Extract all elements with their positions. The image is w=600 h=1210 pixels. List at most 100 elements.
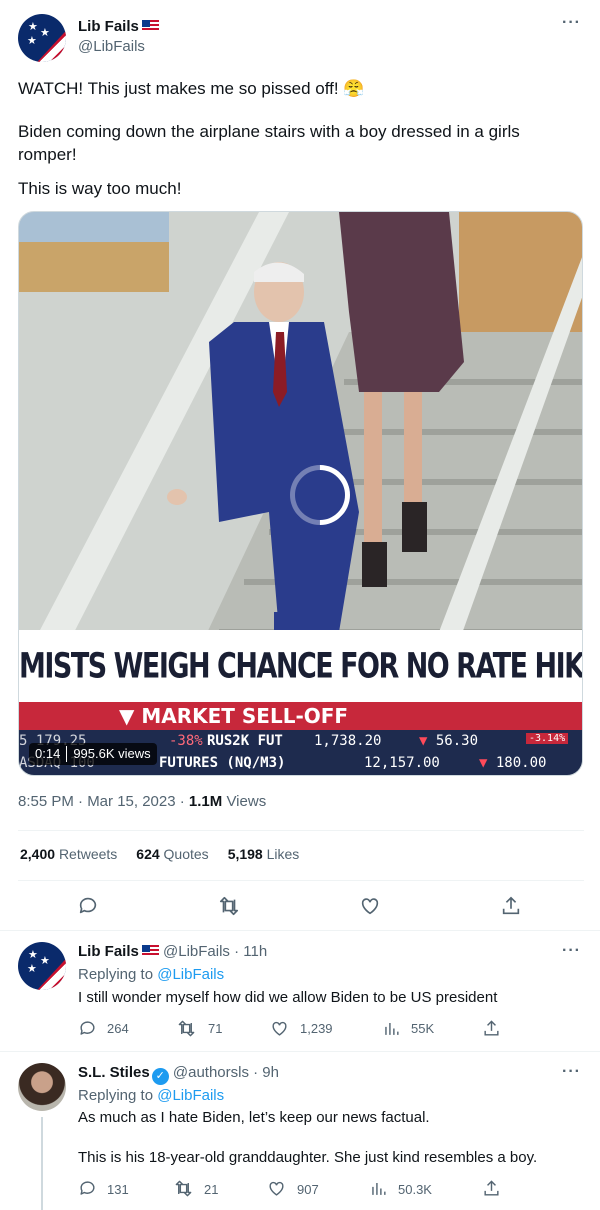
- thread-line: [41, 1117, 43, 1210]
- us-flag-icon: [141, 945, 159, 957]
- reply-count: 131: [107, 1182, 129, 1197]
- retweets-label: Retweets: [58, 846, 118, 862]
- ticker2-label: FUTURES (NQ/M3): [159, 755, 286, 771]
- like-button[interactable]: [270, 1019, 289, 1038]
- reply-button[interactable]: [78, 1179, 97, 1198]
- like-button[interactable]: [359, 895, 381, 917]
- analytics-icon: [372, 1182, 386, 1195]
- reply-text: I still wonder myself how did we allow B…: [78, 989, 498, 1006]
- ticker1-change-value: 56.30: [435, 733, 479, 749]
- views-count: 55K: [411, 1021, 435, 1036]
- retweet-icon: [178, 1020, 195, 1037]
- reply-button[interactable]: [78, 1019, 97, 1038]
- retweet-count: 21: [204, 1182, 219, 1197]
- more-options-button[interactable]: ···: [562, 1063, 581, 1081]
- reply-icon: [80, 1181, 95, 1195]
- video-duration: 0:14: [35, 746, 61, 761]
- reply-count: 264: [107, 1021, 129, 1036]
- tweet-views-label: Views: [222, 793, 267, 810]
- likes-stat[interactable]: 5,198 Likes: [228, 846, 300, 862]
- replying-to-label: Replying to: [78, 966, 158, 983]
- tweet-text-line-1: WATCH! This just makes me so pissed off!…: [18, 79, 365, 98]
- tweet-video[interactable]: MISTS WEIGH CHANCE FOR NO RATE HIKE NEXT…: [18, 211, 583, 776]
- author-avatar[interactable]: ★ ★ ★: [18, 14, 66, 62]
- reply-avatar[interactable]: [18, 1063, 66, 1111]
- verified-badge-icon: ✓: [151, 1068, 169, 1085]
- divider: [18, 830, 584, 831]
- replying-to-handle[interactable]: @LibFails: [157, 966, 224, 983]
- replying-to: Replying to @LibFails: [78, 1086, 224, 1106]
- engagement-stats: 2,400 Retweets 624 Quotes 5,198 Likes: [20, 846, 299, 862]
- ticker2-change: ▼ 180.00: [479, 755, 547, 771]
- tweet-meta: 8:55 PM · Mar 15, 2023 · 1.1M Views: [18, 793, 266, 810]
- quotes-label: Quotes: [163, 846, 209, 862]
- heart-icon: [269, 1181, 284, 1196]
- divider: [0, 1051, 600, 1052]
- ticker2-value: 12,157.00: [364, 755, 440, 771]
- reply-icon: [79, 897, 97, 914]
- author-handle[interactable]: @LibFails: [78, 38, 159, 55]
- reply-text-line-1: As much as I hate Biden, let’s keep our …: [78, 1109, 430, 1126]
- share-icon: [484, 1020, 499, 1036]
- tweet-text-line-3: This is way too much!: [18, 179, 182, 198]
- reply-text-line-2: This is his 18-year-old granddaughter. S…: [78, 1149, 538, 1166]
- reply-button[interactable]: [77, 895, 99, 917]
- views-button[interactable]: [382, 1019, 401, 1038]
- reply-author-name[interactable]: S.L. Stiles: [78, 1064, 150, 1081]
- divider: [18, 880, 584, 881]
- like-count: 907: [297, 1182, 319, 1197]
- replying-to: Replying to @LibFails: [78, 965, 224, 985]
- author-name[interactable]: Lib Fails: [78, 18, 139, 35]
- more-options-button[interactable]: ···: [562, 14, 581, 32]
- share-icon: [502, 896, 520, 915]
- author-header: Lib Fails @LibFails: [78, 18, 159, 55]
- reply-icon: [80, 1021, 95, 1035]
- chyron-headline: MISTS WEIGH CHANCE FOR NO RATE HIKE NEXT…: [19, 646, 583, 687]
- tweet-text-line-2: Biden coming down the airplane stairs wi…: [18, 122, 520, 164]
- video-views: 995.6K views: [73, 746, 151, 761]
- ticker1-label: RUS2K FUT: [207, 733, 283, 749]
- reply-avatar[interactable]: ★ ★ ★: [18, 942, 66, 990]
- chyron-subheadline: ▼ MARKET SELL-OFF: [119, 704, 349, 728]
- chyron-sub-text: MARKET SELL-OFF: [141, 704, 349, 728]
- retweets-count: 2,400: [20, 846, 56, 862]
- retweet-button[interactable]: [177, 1019, 196, 1038]
- reply-header: S.L. Stiles ✓ @authorsls · 9h: [78, 1064, 279, 1085]
- share-button[interactable]: [500, 895, 522, 917]
- divider: [0, 930, 600, 931]
- retweet-icon: [219, 896, 239, 916]
- reply-author-name[interactable]: Lib Fails: [78, 943, 139, 960]
- share-button[interactable]: [482, 1179, 501, 1198]
- analytics-icon: [385, 1022, 399, 1035]
- video-badge: 0:14 995.6K views: [29, 743, 157, 765]
- reply-author-handle[interactable]: @LibFails · 11h: [163, 943, 267, 960]
- heart-icon: [361, 898, 379, 915]
- share-icon: [484, 1180, 499, 1196]
- retweet-button[interactable]: [218, 895, 240, 917]
- tweet-views-count: 1.1M: [188, 793, 223, 810]
- retweet-icon: [175, 1180, 192, 1197]
- heart-icon: [272, 1021, 287, 1036]
- ticker-left-pct: -38%: [169, 733, 203, 749]
- likes-label: Likes: [266, 846, 300, 862]
- reply-author-handle[interactable]: @authorsls · 9h: [173, 1064, 279, 1081]
- replying-to-label: Replying to: [78, 1087, 158, 1104]
- more-options-button[interactable]: ···: [562, 942, 581, 960]
- quotes-stat[interactable]: 624 Quotes: [136, 846, 208, 862]
- ticker1-change: ▼ 56.30: [419, 733, 479, 749]
- views-count: 50.3K: [398, 1182, 432, 1197]
- retweets-stat[interactable]: 2,400 Retweets: [20, 846, 117, 862]
- us-flag-icon: [141, 20, 159, 32]
- tweet-timestamp[interactable]: 8:55 PM · Mar 15, 2023 ·: [18, 793, 189, 810]
- retweet-count: 71: [208, 1021, 223, 1036]
- share-button[interactable]: [482, 1019, 501, 1038]
- replying-to-handle[interactable]: @LibFails: [157, 1087, 224, 1104]
- quotes-count: 624: [136, 846, 160, 862]
- like-count: 1,239: [300, 1021, 333, 1036]
- like-button[interactable]: [267, 1179, 286, 1198]
- retweet-button[interactable]: [174, 1179, 193, 1198]
- views-button[interactable]: [369, 1179, 388, 1198]
- ticker1-value: 1,738.20: [314, 733, 382, 749]
- likes-count: 5,198: [227, 846, 263, 862]
- ticker1-pct: -3.14%: [526, 733, 569, 744]
